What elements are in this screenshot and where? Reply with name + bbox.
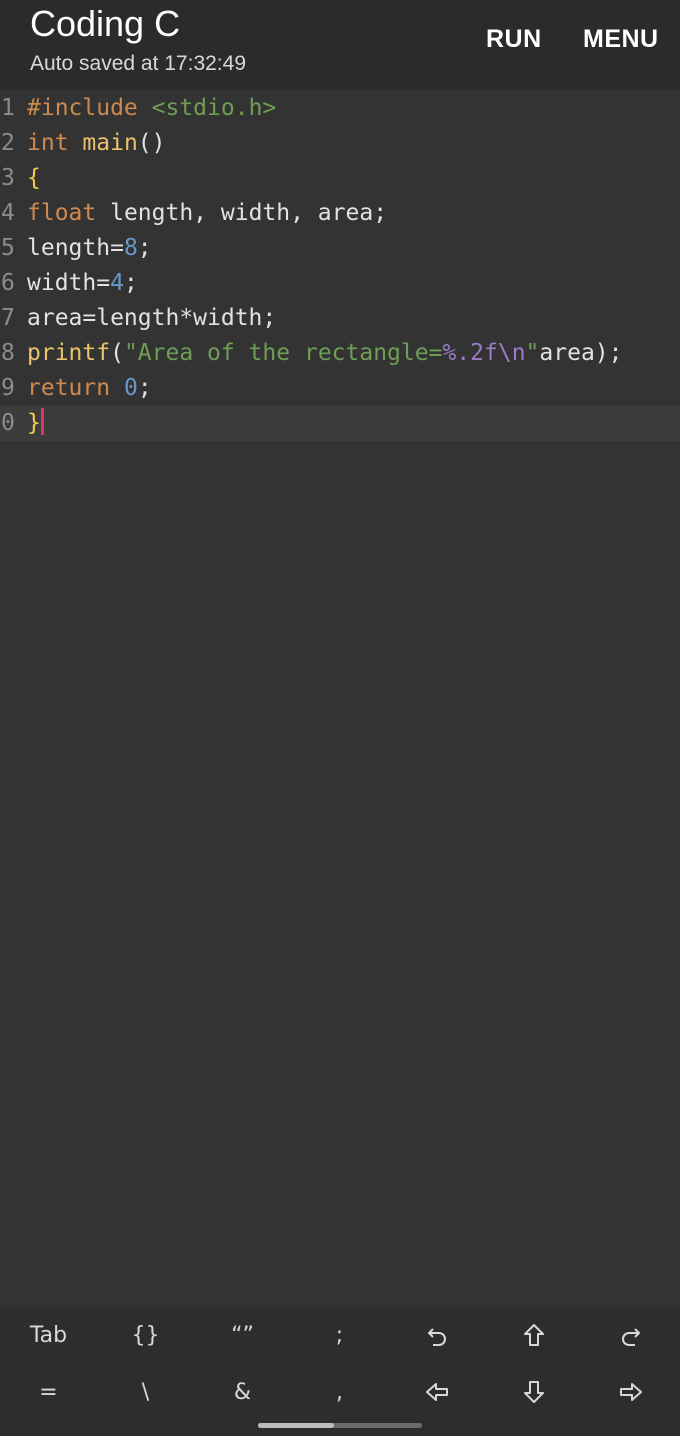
cursor-up-key[interactable] (485, 1309, 582, 1361)
extra-keys-bar: Tab {} “”; = \ &, (0, 1307, 680, 1436)
ampersand-key[interactable]: & (194, 1366, 291, 1418)
line-number: 8 (1, 340, 15, 366)
code-text[interactable]: #include <stdio.h> (27, 91, 276, 126)
code-token: length, width, area; (96, 200, 388, 226)
key-label: \ (141, 1379, 150, 1405)
code-token: { (27, 165, 41, 191)
code-token: ( (110, 340, 124, 366)
key-label: ; (335, 1322, 344, 1348)
line-number: 7 (1, 305, 15, 331)
cursor-down-key[interactable] (485, 1366, 582, 1418)
code-line[interactable]: 9 return 0; (0, 371, 680, 406)
line-number: 1 (1, 95, 15, 121)
undo-icon (427, 1328, 446, 1346)
code-line[interactable]: 8 printf("Area of the rectangle=%.2f\n"ar… (0, 336, 680, 371)
code-token: "Area of the rectangle= (123, 340, 443, 366)
autosave-status: Auto saved at 17:32:49 (30, 52, 246, 75)
code-token: <stdio.h> (151, 95, 277, 121)
undo-key[interactable] (388, 1309, 485, 1361)
code-line[interactable]: 7 area=length*width; (0, 301, 680, 336)
braces-key[interactable]: {} (97, 1309, 194, 1361)
code-token: 8 (123, 235, 138, 261)
code-token: ; (137, 235, 152, 261)
key-label: = (39, 1379, 58, 1405)
code-text[interactable]: } (27, 406, 44, 441)
code-token: area=length*width; (27, 305, 277, 331)
code-token: return (27, 375, 111, 401)
key-label: & (233, 1379, 252, 1405)
code-token: length= (27, 235, 124, 261)
code-token: %.2f\n (442, 340, 526, 366)
redo-icon (621, 1328, 640, 1346)
key-label: , (336, 1379, 343, 1405)
cursor-left-key[interactable] (388, 1366, 485, 1418)
code-line[interactable]: 4 float length, width, area; (0, 196, 680, 231)
text-cursor (40, 408, 44, 435)
run-button[interactable]: RUN (486, 22, 542, 56)
code-text[interactable]: width=4; (27, 266, 138, 301)
code-text[interactable]: { (27, 161, 41, 196)
key-label: “” (231, 1322, 254, 1348)
code-token: } (27, 410, 41, 436)
code-line[interactable]: 5 length=8; (0, 231, 680, 266)
app-bar: Coding C Auto saved at 17:32:49 RUN MENU (0, 0, 680, 90)
code-line[interactable]: 0} (0, 406, 680, 441)
code-token: main (82, 130, 138, 156)
code-token: 0 (123, 375, 138, 401)
app-title: Coding C (30, 3, 181, 44)
arrow-left-icon (425, 1383, 448, 1401)
line-number: 3 (1, 165, 15, 191)
line-number: 4 (1, 200, 15, 226)
arrow-right-icon (619, 1383, 642, 1401)
code-token: ; (123, 270, 138, 296)
backslash-key[interactable]: \ (97, 1366, 194, 1418)
code-text[interactable]: area=length*width; (27, 301, 276, 336)
tab-key[interactable]: Tab (0, 1309, 97, 1361)
code-text[interactable]: length=8; (27, 231, 152, 266)
comma-key[interactable]: , (291, 1366, 388, 1418)
code-token: 4 (110, 270, 124, 296)
code-token: () (137, 130, 166, 156)
line-number: 9 (1, 375, 15, 401)
home-indicator[interactable] (258, 1423, 422, 1428)
line-number: 2 (1, 130, 15, 156)
equals-key[interactable]: = (0, 1366, 97, 1418)
code-token: printf (27, 340, 111, 366)
code-text[interactable]: int main() (27, 126, 166, 161)
code-editor[interactable]: 1 #include <stdio.h> 2 int main() 3{4 float l… (0, 91, 680, 441)
code-token: " (525, 340, 540, 366)
semicolon-key[interactable]: ; (291, 1309, 388, 1361)
code-line[interactable]: 3{ (0, 161, 680, 196)
line-number: 5 (1, 235, 15, 261)
redo-key[interactable] (582, 1309, 679, 1361)
line-number: 0 (1, 410, 15, 436)
menu-button[interactable]: MENU (583, 22, 659, 56)
code-line[interactable]: 2 int main() (0, 126, 680, 161)
cursor-right-key[interactable] (582, 1366, 679, 1418)
quotes-key[interactable]: “” (194, 1309, 291, 1361)
code-text[interactable]: printf("Area of the rectangle=%.2f\n"are… (27, 336, 623, 371)
code-token: width= (27, 270, 111, 296)
code-token: int (27, 130, 69, 156)
code-token: float (27, 200, 97, 226)
code-token: ; (137, 375, 152, 401)
arrow-down-icon (523, 1381, 544, 1403)
line-number: 6 (1, 270, 15, 296)
code-text[interactable]: float length, width, area; (27, 196, 387, 231)
code-text[interactable]: return 0; (27, 371, 152, 406)
key-label: Tab (29, 1322, 68, 1348)
key-label: {} (131, 1322, 160, 1348)
code-token: #include (27, 95, 138, 121)
arrow-up-icon (523, 1324, 544, 1346)
code-line[interactable]: 6 width=4; (0, 266, 680, 301)
code-token: area); (539, 340, 623, 366)
code-line[interactable]: 1 #include <stdio.h> (0, 91, 680, 126)
